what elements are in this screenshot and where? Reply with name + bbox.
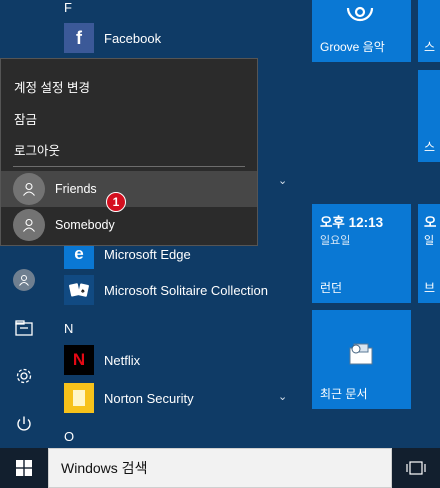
- tile-partial-right-3[interactable]: 오 일 브: [418, 204, 440, 303]
- user-item-somebody[interactable]: Somebody: [1, 207, 257, 243]
- solitaire-cards-icon: ♠: [64, 275, 94, 305]
- user-avatar-icon: [13, 173, 45, 205]
- account-flyout: 계정 설정 변경 잠금 로그아웃 Friends Somebody: [0, 58, 258, 246]
- sign-out-menu-item[interactable]: 로그아웃: [14, 140, 60, 159]
- app-norton-security[interactable]: Norton Security: [56, 380, 296, 416]
- user-name: Friends: [55, 182, 97, 196]
- chevron-down-icon[interactable]: ⌄: [278, 174, 287, 187]
- start-button[interactable]: [0, 448, 48, 488]
- groove-music-icon: [346, 6, 374, 22]
- app-label: Microsoft Solitaire Collection: [104, 282, 269, 298]
- lock-menu-item[interactable]: 잠금: [14, 109, 37, 128]
- norton-folder-icon: [64, 383, 94, 413]
- user-avatar-icon: [13, 269, 35, 291]
- tile-label: Groove 음악: [320, 40, 385, 54]
- change-account-settings[interactable]: 계정 설정 변경: [14, 77, 90, 96]
- svg-text:♠: ♠: [81, 288, 85, 295]
- taskbar: Windows 검색: [0, 448, 440, 488]
- app-facebook[interactable]: f Facebook: [56, 20, 296, 56]
- tile-partial-right-2[interactable]: 스: [418, 70, 440, 162]
- partial-text: 오: [424, 215, 437, 230]
- settings-button[interactable]: [0, 352, 48, 400]
- user-item-friends[interactable]: Friends: [1, 171, 257, 207]
- account-button[interactable]: [0, 256, 48, 304]
- file-explorer-icon: [15, 320, 33, 336]
- task-view-icon: [406, 461, 426, 475]
- windows-logo-icon: [16, 460, 32, 476]
- user-avatar-icon: [13, 209, 45, 241]
- clock-time: 오후 12:13: [320, 215, 384, 230]
- tile-groove-music[interactable]: Groove 음악: [312, 0, 411, 62]
- chevron-down-icon[interactable]: ⌄: [278, 390, 287, 403]
- app-label: Microsoft Edge: [104, 246, 191, 262]
- power-button[interactable]: [0, 400, 48, 448]
- partial-text: 일: [424, 235, 435, 247]
- flyout-divider: [13, 166, 245, 167]
- tile-clock-calendar[interactable]: 오후 12:13 일요일 런던: [312, 204, 411, 303]
- app-label: Facebook: [104, 30, 162, 46]
- tile-partial-right-top[interactable]: 스: [418, 0, 440, 62]
- tile-label: 스: [424, 40, 436, 54]
- letter-header-o[interactable]: O: [64, 429, 74, 444]
- netflix-icon: N: [64, 345, 94, 375]
- clock-day: 일요일: [320, 235, 351, 247]
- tile-label: 런던: [320, 281, 343, 295]
- letter-header-n[interactable]: N: [64, 321, 73, 336]
- facebook-icon: f: [64, 23, 94, 53]
- letter-header-f[interactable]: F: [64, 0, 72, 15]
- task-view-button[interactable]: [392, 448, 440, 488]
- app-netflix[interactable]: N Netflix: [56, 342, 296, 378]
- file-explorer-button[interactable]: [0, 304, 48, 352]
- tile-recent-documents[interactable]: 최근 문서: [312, 310, 411, 409]
- windows-search-box[interactable]: Windows 검색: [48, 448, 392, 488]
- gear-icon: [16, 368, 32, 384]
- tile-label: 스: [424, 140, 436, 154]
- app-label: Netflix: [104, 352, 141, 368]
- app-microsoft-solitaire[interactable]: ♠ Microsoft Solitaire Collection: [56, 272, 296, 308]
- tile-label: 브: [424, 281, 436, 295]
- tile-label: 최근 문서: [320, 387, 368, 401]
- app-label: Norton Security: [104, 390, 194, 406]
- power-icon: [17, 416, 31, 431]
- user-name: Somebody: [55, 218, 115, 232]
- recent-documents-icon: [349, 343, 373, 365]
- annotation-badge: 1: [106, 192, 126, 212]
- search-placeholder: Windows 검색: [61, 460, 148, 476]
